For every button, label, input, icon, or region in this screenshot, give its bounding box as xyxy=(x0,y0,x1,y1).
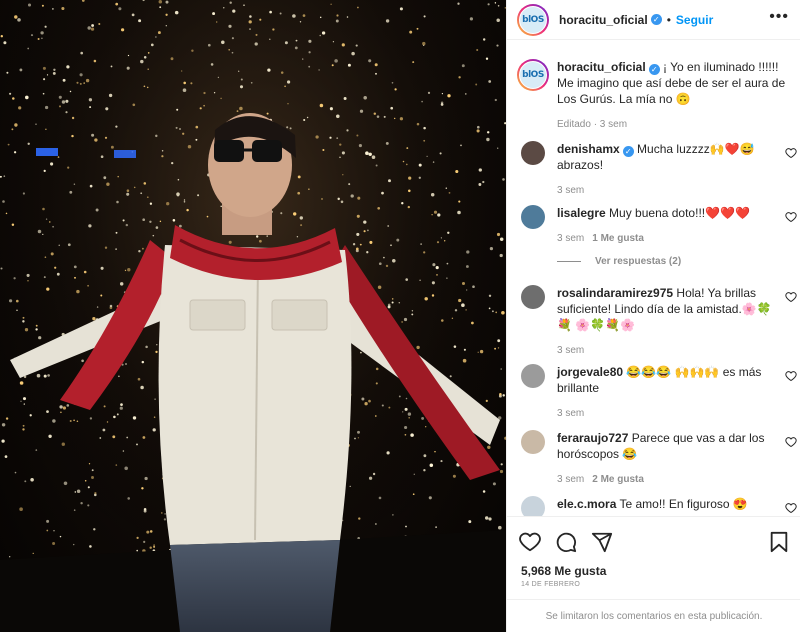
comment-item: rosalindaramirez975 Hola! Ya brillas suf… xyxy=(521,285,797,356)
caption-avatar-logo-text: blOS xyxy=(520,62,546,88)
verified-badge-icon: ✓ xyxy=(622,146,634,157)
comment-time[interactable]: 3 sem xyxy=(557,345,584,356)
verified-badge-icon: ✓ xyxy=(650,14,662,25)
comments-limited-notice: Se limitaron los comentarios en esta pub… xyxy=(507,599,800,632)
view-replies-button[interactable]: Ver respuestas (2) xyxy=(557,256,681,267)
like-comment-heart-icon[interactable] xyxy=(785,147,797,159)
comment-username[interactable]: lisalegre xyxy=(557,206,606,220)
comment-body: ele.c.mora Te amo!! En figuroso 😍 xyxy=(557,496,775,512)
comment-meta: 3 sem xyxy=(557,345,797,356)
comment-username[interactable]: ele.c.mora xyxy=(557,497,616,511)
comment-body: rosalindaramirez975 Hola! Ya brillas suf… xyxy=(557,285,775,333)
comment-username[interactable]: rosalindaramirez975 xyxy=(557,286,673,300)
verified-badge-icon: ✓ xyxy=(648,64,660,75)
comment-meta: 3 sem xyxy=(557,185,797,196)
comment-meta: 3 sem xyxy=(557,408,797,419)
caption-text-block: horacitu_oficial ✓ ¡ Yo en iluminado !!!!… xyxy=(557,59,793,107)
commenter-avatar[interactable] xyxy=(521,205,545,229)
author-username[interactable]: horacitu_oficial xyxy=(559,13,648,27)
commenter-avatar[interactable] xyxy=(521,496,545,516)
comment-time[interactable]: 3 sem xyxy=(557,408,584,419)
photo-scene xyxy=(0,0,506,632)
like-comment-heart-icon[interactable] xyxy=(785,291,797,303)
separator-dot: • xyxy=(666,12,671,27)
like-comment-heart-icon[interactable] xyxy=(785,502,797,514)
view-replies-label: Ver respuestas (2) xyxy=(595,256,682,267)
post-photo[interactable] xyxy=(0,0,506,632)
comment-text: Te amo!! En figuroso 😍 xyxy=(619,497,748,511)
comment-username[interactable]: feraraujo727 xyxy=(557,431,628,445)
caption: blOS horacitu_oficial ✓ ¡ Yo en iluminado… xyxy=(517,59,793,130)
comment-body: lisalegre Muy buena doto!!!❤️❤️❤️ xyxy=(557,205,775,221)
comment-time[interactable]: 3 sem xyxy=(557,233,584,244)
comment-meta: 3 sem 1 Me gusta xyxy=(557,233,797,244)
comment-item: feraraujo727 Parece que vas a dar los ho… xyxy=(521,430,797,485)
comment-bubble-icon[interactable] xyxy=(555,531,577,553)
post-panel: blOS horacitu_oficial ✓ • Seguir ••• blO… xyxy=(506,0,800,632)
comment-item: jorgevale80 😂😂😂 🙌🙌🙌 es más brillante 3 s… xyxy=(521,364,797,419)
likes-count[interactable]: 5,968 Me gusta xyxy=(521,564,606,578)
avatar-logo-text: blOS xyxy=(520,6,546,33)
caption-avatar[interactable]: blOS xyxy=(517,59,549,91)
commenter-avatar[interactable] xyxy=(521,364,545,388)
caption-meta: Editado · 3 sem xyxy=(557,119,628,130)
comment-time[interactable]: 3 sem xyxy=(557,185,584,196)
comment-time[interactable]: 3 sem xyxy=(557,474,584,485)
comment-username[interactable]: jorgevale80 xyxy=(557,365,623,379)
more-options-icon[interactable]: ••• xyxy=(769,9,789,25)
action-icons xyxy=(519,531,613,553)
share-send-icon[interactable] xyxy=(591,531,613,553)
commenter-avatar[interactable] xyxy=(521,430,545,454)
comment-meta: 3 sem 2 Me gusta xyxy=(557,474,797,485)
comment-text: Muy buena doto!!!❤️❤️❤️ xyxy=(609,206,750,220)
comments-list[interactable]: blOS horacitu_oficial ✓ ¡ Yo en iluminado… xyxy=(507,41,800,516)
comment-body: jorgevale80 😂😂😂 🙌🙌🙌 es más brillante xyxy=(557,364,775,396)
post-date[interactable]: 14 DE FEBRERO xyxy=(521,581,580,588)
comment-likes[interactable]: 2 Me gusta xyxy=(592,474,644,485)
comment-item: ele.c.mora Te amo!! En figuroso 😍 xyxy=(521,496,797,516)
save-bookmark-icon[interactable] xyxy=(769,531,789,553)
like-comment-heart-icon[interactable] xyxy=(785,436,797,448)
replies-divider xyxy=(557,261,581,262)
comment-item: denishamx ✓ Mucha luzzzz🙌❤️😅 abrazos! 3 s… xyxy=(521,141,797,196)
commenter-avatar[interactable] xyxy=(521,285,545,309)
post-header: blOS horacitu_oficial ✓ • Seguir ••• xyxy=(507,0,800,40)
comment-body: feraraujo727 Parece que vas a dar los ho… xyxy=(557,430,775,462)
comment-username[interactable]: denishamx xyxy=(557,142,620,156)
author-avatar[interactable]: blOS xyxy=(517,3,549,36)
post-actions: 5,968 Me gusta 14 DE FEBRERO Se limitaro… xyxy=(507,516,800,632)
like-comment-heart-icon[interactable] xyxy=(785,211,797,223)
comment-body: denishamx ✓ Mucha luzzzz🙌❤️😅 abrazos! xyxy=(557,141,775,173)
like-comment-heart-icon[interactable] xyxy=(785,370,797,382)
comment-likes[interactable]: 1 Me gusta xyxy=(592,233,644,244)
comment-item: lisalegre Muy buena doto!!!❤️❤️❤️ 3 sem 1… xyxy=(521,205,797,244)
follow-button[interactable]: Seguir xyxy=(676,13,713,27)
like-heart-icon[interactable] xyxy=(519,531,541,553)
caption-username[interactable]: horacitu_oficial xyxy=(557,60,646,74)
commenter-avatar[interactable] xyxy=(521,141,545,165)
